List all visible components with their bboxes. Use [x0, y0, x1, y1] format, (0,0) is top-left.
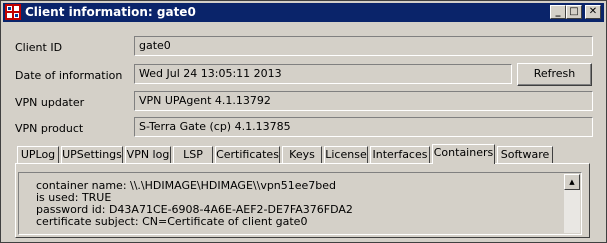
tab-uplog[interactable]: UPLog	[17, 146, 59, 163]
vpn-product-field[interactable]: S-Terra Gate (cp) 4.1.13785	[134, 117, 593, 137]
window-title: Client information: gate0	[25, 5, 196, 19]
containers-text-area[interactable]: container name: \\.\HDIMAGE\HDIMAGE\\vpn…	[18, 172, 582, 235]
vertical-scrollbar[interactable]: ▲	[564, 174, 580, 233]
tab-containers[interactable]: Containers	[432, 144, 495, 164]
title-bar[interactable]: Client information: gate0 _ □ ✕	[3, 3, 604, 22]
date-field[interactable]: Wed Jul 24 13:05:11 2013	[134, 64, 512, 84]
tab-software[interactable]: Software	[497, 146, 553, 163]
tab-certificates[interactable]: Certificates	[215, 146, 280, 163]
tab-upsettings[interactable]: UPSettings	[61, 146, 123, 163]
maximize-button[interactable]: □	[566, 5, 582, 19]
tab-lsp[interactable]: LSP	[173, 146, 213, 163]
close-button[interactable]: ✕	[585, 5, 601, 19]
client-info-window: Client information: gate0 _ □ ✕ Client I…	[0, 0, 607, 243]
client-id-field[interactable]: gate0	[134, 36, 593, 56]
refresh-button[interactable]: Refresh	[517, 63, 592, 86]
tab-keys[interactable]: Keys	[282, 146, 322, 163]
vpn-updater-label: VPN updater	[15, 96, 85, 109]
certificate-subject-line: certificate subject: CN=Certificate of c…	[36, 215, 308, 228]
tab-vpn-log[interactable]: VPN log	[125, 146, 171, 163]
vpn-product-label: VPN product	[15, 122, 84, 135]
minimize-button[interactable]: _	[550, 5, 566, 19]
tab-license[interactable]: License	[324, 146, 368, 163]
app-icon	[5, 4, 21, 20]
client-id-label: Client ID	[15, 41, 63, 54]
vpn-updater-field[interactable]: VPN UPAgent 4.1.13792	[134, 91, 593, 111]
date-label: Date of information	[15, 69, 123, 82]
tab-interfaces[interactable]: Interfaces	[370, 146, 430, 163]
scroll-up-icon[interactable]: ▲	[564, 174, 580, 190]
